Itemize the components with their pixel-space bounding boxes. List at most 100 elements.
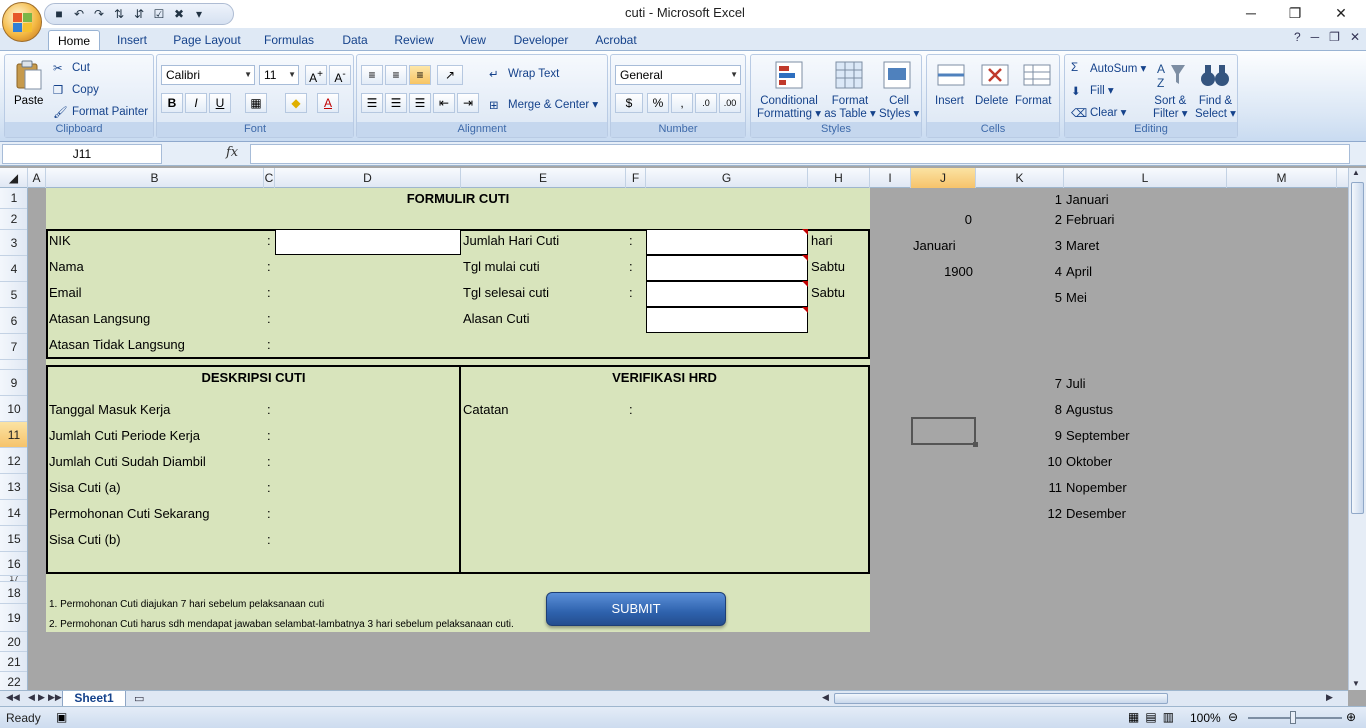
month-number[interactable]: 4 bbox=[976, 264, 1062, 279]
currency-button[interactable]: $ bbox=[615, 93, 643, 113]
customize-qat-icon[interactable]: ▾ bbox=[191, 6, 207, 22]
scroll-up-icon[interactable]: ▲ bbox=[1352, 168, 1360, 177]
column-header-j[interactable]: J bbox=[911, 168, 976, 188]
cut-button[interactable]: ✂ Cut bbox=[53, 61, 90, 75]
row-header-8[interactable] bbox=[0, 360, 27, 370]
paste-button[interactable]: Paste bbox=[14, 95, 43, 107]
month-number[interactable]: 8 bbox=[976, 402, 1062, 417]
cell-j3[interactable]: Januari bbox=[913, 238, 956, 253]
grow-font-button[interactable]: A+ bbox=[305, 65, 327, 85]
help-icon[interactable]: ? bbox=[1294, 30, 1301, 44]
row-header-2[interactable]: 2 bbox=[0, 209, 27, 230]
tab-view[interactable]: View bbox=[452, 30, 494, 50]
decrease-indent-button[interactable]: ⇤ bbox=[433, 93, 455, 113]
first-sheet-icon[interactable]: ◀◀ bbox=[6, 692, 20, 703]
ribbon-close-icon[interactable]: ✕ bbox=[1350, 30, 1360, 44]
conditional-formatting-button[interactable]: Conditional Formatting ▾ bbox=[757, 95, 821, 121]
page-layout-view-icon[interactable]: ▤ bbox=[1145, 710, 1156, 724]
increase-indent-button[interactable]: ⇥ bbox=[457, 93, 479, 113]
jumlah-hari-input[interactable] bbox=[646, 229, 808, 255]
checkbox-icon[interactable]: ☑ bbox=[151, 6, 167, 22]
active-cell-j11[interactable] bbox=[911, 417, 978, 447]
month-number[interactable]: 3 bbox=[976, 238, 1062, 253]
orientation-button[interactable]: ↗ bbox=[437, 65, 463, 85]
row-header-12[interactable]: 12 bbox=[0, 448, 27, 474]
minimize-icon[interactable]: ─ bbox=[1228, 0, 1274, 26]
month-name[interactable]: September bbox=[1066, 428, 1130, 443]
increase-decimal-button[interactable]: .0 bbox=[695, 93, 717, 113]
cell-styles-button[interactable]: Cell Styles ▾ bbox=[879, 95, 919, 121]
nik-input[interactable] bbox=[275, 229, 461, 255]
column-header-g[interactable]: G bbox=[646, 168, 808, 188]
wrap-text-button[interactable]: ↵ Wrap Text bbox=[489, 67, 559, 81]
zoom-level[interactable]: 100% bbox=[1190, 711, 1221, 725]
row-header-16[interactable]: 16 bbox=[0, 552, 27, 576]
month-number[interactable]: 10 bbox=[976, 454, 1062, 469]
row-header-1[interactable]: 1 bbox=[0, 188, 27, 209]
month-number[interactable]: 11 bbox=[976, 480, 1063, 495]
month-number[interactable]: 12 bbox=[976, 506, 1062, 521]
insert-function-icon[interactable]: fx bbox=[226, 145, 238, 160]
select-all-corner[interactable]: ◢ bbox=[0, 168, 28, 188]
tab-insert[interactable]: Insert bbox=[110, 30, 154, 50]
fill-button[interactable]: ⬇ Fill ▾ bbox=[1071, 83, 1114, 98]
row-header-6[interactable]: 6 bbox=[0, 308, 27, 334]
column-header-d[interactable]: D bbox=[275, 168, 461, 188]
column-header-k[interactable]: K bbox=[976, 168, 1064, 188]
row-header-3[interactable]: 3 bbox=[0, 230, 27, 256]
month-number[interactable]: 2 bbox=[976, 212, 1062, 227]
vertical-scroll-thumb[interactable] bbox=[1351, 182, 1364, 514]
format-cells-button[interactable]: Format bbox=[1015, 95, 1051, 107]
column-header-c[interactable]: C bbox=[264, 168, 275, 188]
italic-button[interactable]: I bbox=[185, 93, 207, 113]
office-button[interactable] bbox=[2, 2, 42, 42]
scroll-right-icon[interactable]: ▶ bbox=[1326, 692, 1333, 703]
column-header-a[interactable]: A bbox=[28, 168, 46, 188]
tab-acrobat[interactable]: Acrobat bbox=[588, 30, 644, 50]
alasan-cuti-input[interactable] bbox=[646, 307, 808, 333]
column-header-f[interactable]: F bbox=[626, 168, 646, 188]
comma-button[interactable]: , bbox=[671, 93, 693, 113]
redo-icon[interactable]: ↷ bbox=[91, 6, 107, 22]
undo-icon[interactable]: ↶ bbox=[71, 6, 87, 22]
delete-cells-button[interactable]: Delete bbox=[975, 95, 1008, 107]
cell-j2[interactable]: 0 bbox=[911, 212, 972, 227]
font-size-combo[interactable]: 11 ▼ bbox=[259, 65, 299, 85]
align-left-button[interactable]: ☰ bbox=[361, 93, 383, 113]
tab-developer[interactable]: Developer bbox=[508, 30, 574, 50]
row-header-20[interactable]: 20 bbox=[0, 632, 27, 652]
save-icon[interactable]: ■ bbox=[51, 6, 67, 22]
ribbon-minimize-icon[interactable]: ─ bbox=[1311, 30, 1320, 44]
sort-desc-icon[interactable]: ⇵ bbox=[131, 6, 147, 22]
autosum-button[interactable]: Σ AutoSum ▾ bbox=[1071, 61, 1146, 76]
zoom-out-icon[interactable]: ⊖ bbox=[1228, 710, 1238, 724]
shrink-font-button[interactable]: A- bbox=[329, 65, 351, 85]
align-top-button[interactable]: ≡ bbox=[361, 65, 383, 85]
month-name[interactable]: Agustus bbox=[1066, 402, 1113, 417]
name-box[interactable]: J11 bbox=[2, 144, 162, 164]
decrease-decimal-button[interactable]: .00 bbox=[719, 93, 741, 113]
month-number[interactable]: 5 bbox=[976, 290, 1062, 305]
align-center-button[interactable]: ☰ bbox=[385, 93, 407, 113]
sort-asc-icon[interactable]: ⇅ bbox=[111, 6, 127, 22]
sort-filter-button[interactable]: Sort & Filter ▾ bbox=[1153, 95, 1188, 121]
column-header-b[interactable]: B bbox=[46, 168, 264, 188]
tgl-selesai-input[interactable] bbox=[646, 281, 808, 307]
align-bottom-button[interactable]: ≡ bbox=[409, 65, 431, 85]
scroll-left-icon[interactable]: ◀ bbox=[822, 692, 829, 703]
month-name[interactable]: Februari bbox=[1066, 212, 1114, 227]
column-header-h[interactable]: H bbox=[808, 168, 870, 188]
month-number[interactable]: 9 bbox=[976, 428, 1062, 443]
find-select-button[interactable]: Find & Select ▾ bbox=[1195, 95, 1236, 121]
row-header-5[interactable]: 5 bbox=[0, 282, 27, 308]
tgl-mulai-input[interactable] bbox=[646, 255, 808, 281]
tab-home[interactable]: Home bbox=[48, 30, 100, 50]
tab-formulas[interactable]: Formulas bbox=[258, 30, 320, 50]
borders-button[interactable]: ▦ bbox=[245, 93, 267, 113]
fill-color-button[interactable]: ◆ bbox=[285, 93, 307, 113]
last-sheet-icon[interactable]: ▶▶ bbox=[48, 692, 62, 703]
row-header-7[interactable]: 7 bbox=[0, 334, 27, 360]
column-header-m[interactable]: M bbox=[1227, 168, 1337, 188]
merge-center-button[interactable]: ⊞ Merge & Center ▾ bbox=[489, 97, 598, 112]
row-header-10[interactable]: 10 bbox=[0, 396, 27, 422]
